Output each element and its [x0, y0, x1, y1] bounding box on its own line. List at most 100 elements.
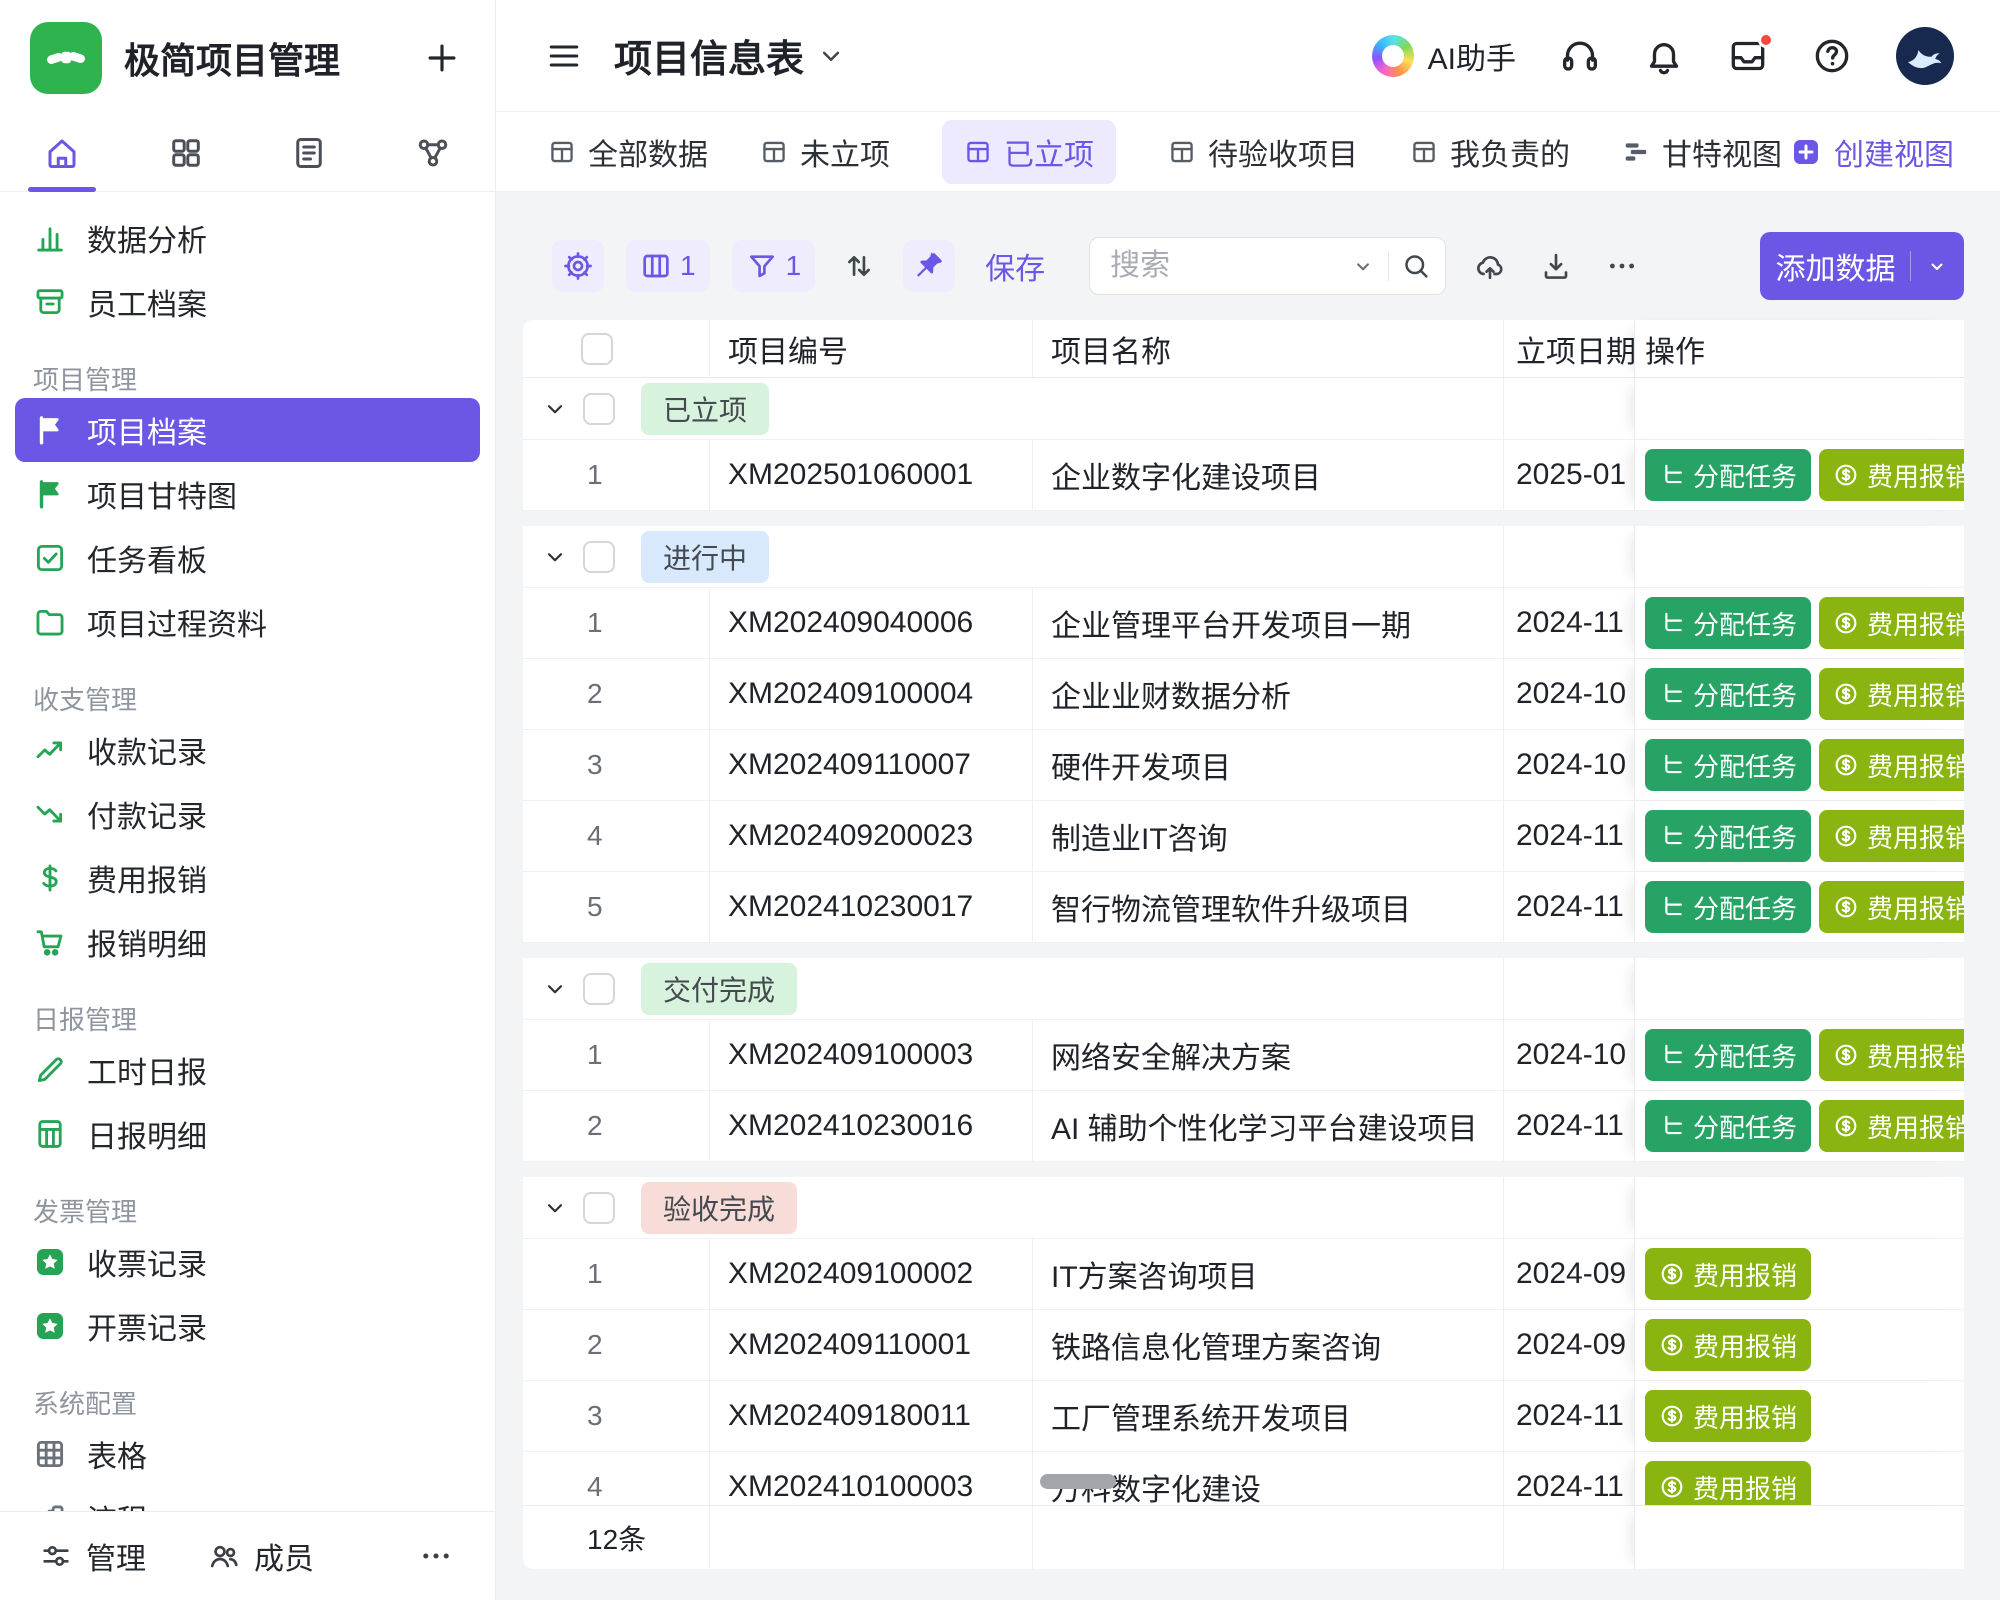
- import-button[interactable]: [1468, 240, 1512, 292]
- project-code-cell[interactable]: XM202501060001: [710, 440, 1033, 510]
- table-row[interactable]: 3XM202409180011工厂管理系统开发项目2024-11费用报销: [523, 1381, 1964, 1452]
- user-avatar[interactable]: [1896, 27, 1954, 85]
- inbox-button[interactable]: [1728, 36, 1768, 76]
- project-code-cell[interactable]: XM202409180011: [710, 1381, 1033, 1451]
- project-name-cell[interactable]: AI 辅助个性化学习平台建设项目: [1033, 1091, 1504, 1161]
- project-name-cell[interactable]: 企业业财数据分析: [1033, 659, 1504, 729]
- sidebar-item[interactable]: 项目甘特图: [15, 462, 480, 526]
- group-checkbox[interactable]: [583, 541, 615, 573]
- sidebar-more-button[interactable]: [419, 1539, 453, 1573]
- expense-claim-button[interactable]: 费用报销: [1645, 1248, 1811, 1300]
- group-collapse-chevron-icon[interactable]: [542, 396, 568, 422]
- start-date-cell[interactable]: 2024-09: [1504, 1310, 1634, 1380]
- start-date-cell[interactable]: 2024-09: [1504, 1239, 1634, 1309]
- view-tab[interactable]: 未立项: [760, 130, 890, 174]
- group-collapse-chevron-icon[interactable]: [542, 544, 568, 570]
- project-name-cell[interactable]: 硬件开发项目: [1033, 730, 1504, 800]
- title-chevron-down-icon[interactable]: [816, 41, 846, 71]
- ai-assistant-button[interactable]: AI助手: [1372, 34, 1516, 78]
- assign-task-button[interactable]: 分配任务: [1645, 739, 1811, 791]
- table-row[interactable]: 2XM202409110001铁路信息化管理方案咨询2024-09费用报销: [523, 1310, 1964, 1381]
- assign-task-button[interactable]: 分配任务: [1645, 881, 1811, 933]
- export-button[interactable]: [1534, 240, 1578, 292]
- group-checkbox[interactable]: [583, 393, 615, 425]
- project-code-cell[interactable]: XM202409110007: [710, 730, 1033, 800]
- project-name-cell[interactable]: 网络安全解决方案: [1033, 1020, 1504, 1090]
- table-row[interactable]: 2XM202409100004企业业财数据分析2024-10分配任务费用报销: [523, 659, 1964, 730]
- view-tab[interactable]: 甘特视图: [1622, 130, 1782, 174]
- table-row[interactable]: 1XM202501060001企业数字化建设项目2025-01分配任务费用报销: [523, 440, 1964, 511]
- table-row[interactable]: 2XM202410230016AI 辅助个性化学习平台建设项目2024-11分配…: [523, 1091, 1964, 1162]
- table-row[interactable]: 3XM202409110007硬件开发项目2024-10分配任务费用报销: [523, 730, 1964, 801]
- project-code-cell[interactable]: XM202409110001: [710, 1310, 1033, 1380]
- expense-claim-button[interactable]: 费用报销: [1819, 739, 1964, 791]
- project-code-cell[interactable]: XM202410230017: [710, 872, 1033, 942]
- sidebar-item[interactable]: 员工档案: [15, 270, 480, 334]
- assign-task-button[interactable]: 分配任务: [1645, 1029, 1811, 1081]
- table-row[interactable]: 1XM202409100003网络安全解决方案2024-10分配任务费用报销: [523, 1020, 1964, 1091]
- sidebar-item[interactable]: 付款记录: [15, 782, 480, 846]
- start-date-cell[interactable]: 2024-11: [1504, 1091, 1634, 1161]
- project-name-cell[interactable]: 工厂管理系统开发项目: [1033, 1381, 1504, 1451]
- expense-claim-button[interactable]: 费用报销: [1645, 1390, 1811, 1442]
- view-tab[interactable]: 已立项: [942, 120, 1116, 184]
- sidebar-tab-automation[interactable]: [371, 115, 495, 191]
- project-code-cell[interactable]: XM202410230016: [710, 1091, 1033, 1161]
- support-button[interactable]: [1560, 36, 1600, 76]
- sidebar-item[interactable]: 项目过程资料: [15, 590, 480, 654]
- save-view-button[interactable]: 保存: [985, 244, 1045, 288]
- view-tab[interactable]: 我负责的: [1410, 130, 1570, 174]
- filter-button[interactable]: 1: [732, 240, 816, 292]
- collapse-sidebar-button[interactable]: [546, 38, 582, 74]
- view-tab[interactable]: 全部数据: [548, 130, 708, 174]
- project-code-cell[interactable]: XM202409040006: [710, 588, 1033, 658]
- expense-claim-button[interactable]: 费用报销: [1819, 810, 1964, 862]
- sidebar-tab-home[interactable]: [0, 115, 124, 191]
- expense-claim-button[interactable]: 费用报销: [1819, 1029, 1964, 1081]
- start-date-cell[interactable]: 2024-11: [1504, 1381, 1634, 1451]
- sidebar-item[interactable]: 工时日报: [15, 1038, 480, 1102]
- start-date-cell[interactable]: 2025-01: [1504, 440, 1634, 510]
- view-settings-button[interactable]: [552, 240, 604, 292]
- search-scope-chevron-icon[interactable]: [1350, 253, 1376, 279]
- assign-task-button[interactable]: 分配任务: [1645, 449, 1811, 501]
- pin-button[interactable]: [903, 240, 955, 292]
- create-view-button[interactable]: 创建视图: [1790, 130, 1954, 174]
- project-code-cell[interactable]: XM202409100002: [710, 1239, 1033, 1309]
- help-button[interactable]: [1812, 36, 1852, 76]
- group-collapse-chevron-icon[interactable]: [542, 976, 568, 1002]
- start-date-cell[interactable]: 2024-11: [1504, 872, 1634, 942]
- column-header-code[interactable]: 项目编号: [710, 320, 1033, 377]
- assign-task-button[interactable]: 分配任务: [1645, 810, 1811, 862]
- project-code-cell[interactable]: XM202410100003: [710, 1452, 1033, 1505]
- sidebar-item[interactable]: 项目档案: [15, 398, 480, 462]
- start-date-cell[interactable]: 2024-10: [1504, 730, 1634, 800]
- table-row[interactable]: 4XM202409200023制造业IT咨询2024-11分配任务费用报销: [523, 801, 1964, 872]
- project-name-cell[interactable]: 企业数字化建设项目: [1033, 440, 1504, 510]
- group-checkbox[interactable]: [583, 973, 615, 1005]
- sidebar-item[interactable]: 日报明细: [15, 1102, 480, 1166]
- sort-button[interactable]: [837, 240, 881, 292]
- search-icon[interactable]: [1401, 251, 1431, 281]
- sidebar-tab-form[interactable]: [248, 115, 372, 191]
- select-all-checkbox[interactable]: [581, 333, 613, 365]
- sidebar-item[interactable]: 任务看板: [15, 526, 480, 590]
- expense-claim-button[interactable]: 费用报销: [1645, 1461, 1811, 1505]
- start-date-cell[interactable]: 2024-10: [1504, 659, 1634, 729]
- hide-fields-button[interactable]: 1: [626, 240, 710, 292]
- project-name-cell[interactable]: 企业管理平台开发项目一期: [1033, 588, 1504, 658]
- start-date-cell[interactable]: 2024-10: [1504, 1020, 1634, 1090]
- expense-claim-button[interactable]: 费用报销: [1819, 597, 1964, 649]
- project-name-cell[interactable]: 铁路信息化管理方案咨询: [1033, 1310, 1504, 1380]
- project-name-cell[interactable]: 智行物流管理软件升级项目: [1033, 872, 1504, 942]
- sidebar-tab-grid[interactable]: [124, 115, 248, 191]
- project-name-cell[interactable]: IT方案咨询项目: [1033, 1239, 1504, 1309]
- expense-claim-button[interactable]: 费用报销: [1819, 1100, 1964, 1152]
- more-actions-button[interactable]: [1600, 240, 1644, 292]
- expense-claim-button[interactable]: 费用报销: [1645, 1319, 1811, 1371]
- sidebar-item[interactable]: 表格: [15, 1422, 480, 1486]
- project-code-cell[interactable]: XM202409100003: [710, 1020, 1033, 1090]
- start-date-cell[interactable]: 2024-11: [1504, 588, 1634, 658]
- project-code-cell[interactable]: XM202409200023: [710, 801, 1033, 871]
- expense-claim-button[interactable]: 费用报销: [1819, 881, 1964, 933]
